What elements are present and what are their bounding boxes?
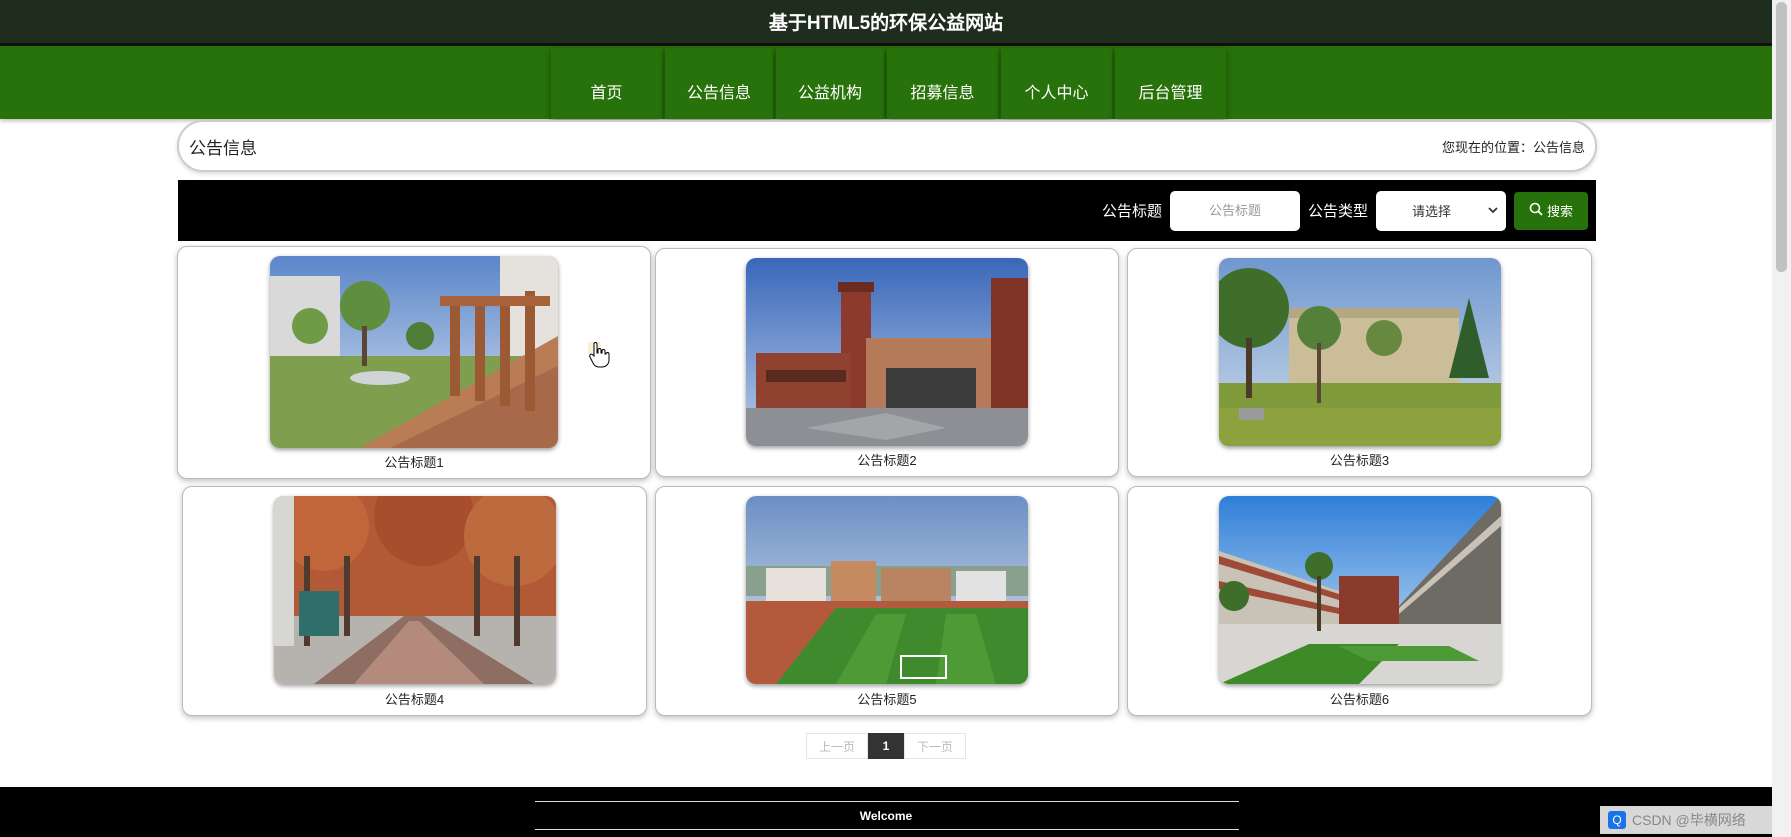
- nav-item-home[interactable]: 首页: [551, 48, 662, 119]
- watermark-text: CSDN @毕横网络: [1632, 812, 1746, 828]
- title-search-input[interactable]: [1169, 190, 1300, 231]
- card-caption: 公告标题4: [384, 692, 445, 707]
- hand-cursor-icon: [583, 336, 610, 373]
- site-header: 基于HTML5的环保公益网站: [0, 0, 1772, 46]
- site-title: 基于HTML5的环保公益网站: [768, 13, 1004, 34]
- page-scrollbar[interactable]: [1772, 0, 1791, 837]
- card-caption: 公告标题1: [384, 455, 444, 470]
- chevron-down-icon: [1488, 203, 1498, 218]
- card-image-courtyard: [1218, 496, 1501, 684]
- card-image-plaza: [270, 256, 558, 448]
- announcement-card[interactable]: 公告标题3: [1127, 248, 1592, 477]
- card-caption: 公告标题5: [857, 692, 917, 707]
- next-page-button[interactable]: 下一页: [904, 733, 966, 759]
- card-caption: 公告标题6: [1329, 692, 1390, 707]
- type-filter-label: 公告类型: [1307, 203, 1368, 220]
- footer-divider: [535, 829, 1239, 830]
- card-image-library: [746, 258, 1028, 446]
- card-caption: 公告标题2: [857, 453, 917, 468]
- nav-item-personal-center[interactable]: 个人中心: [1001, 48, 1112, 119]
- main-nav: 首页 公告信息 公益机构 招募信息 个人中心 后台管理: [0, 46, 1772, 119]
- card-image-autumn-avenue: [273, 496, 556, 684]
- announcement-card[interactable]: 公告标题5: [655, 486, 1119, 716]
- card-image-sports-field: [746, 496, 1028, 684]
- announcement-card[interactable]: 公告标题6: [1127, 486, 1592, 716]
- prev-page-button[interactable]: 上一页: [806, 733, 868, 759]
- title-filter-label: 公告标题: [1101, 203, 1162, 220]
- current-page-button[interactable]: 1: [868, 733, 904, 759]
- nav-item-announcements[interactable]: 公告信息: [665, 48, 773, 119]
- card-caption: 公告标题3: [1329, 453, 1390, 468]
- csdn-watermark: Q CSDN @毕横网络: [1600, 806, 1772, 834]
- type-select[interactable]: 请选择: [1376, 190, 1506, 231]
- footer: Welcome: [0, 787, 1772, 837]
- announcement-card[interactable]: 公告标题4: [182, 486, 647, 716]
- footer-divider: [535, 801, 1239, 802]
- announcement-card[interactable]: 公告标题1: [177, 246, 651, 479]
- app-logo-icon: Q: [1608, 811, 1626, 829]
- search-icon: [1529, 202, 1543, 219]
- search-button-label: 搜索: [1546, 204, 1573, 219]
- pagination: 上一页 1 下一页: [806, 733, 966, 759]
- announcement-card[interactable]: 公告标题2: [655, 248, 1119, 477]
- breadcrumb: 您现在的位置：公告信息: [1441, 139, 1585, 155]
- card-image-campus-lawn: [1218, 258, 1501, 446]
- search-button[interactable]: 搜索: [1514, 191, 1588, 230]
- scrollbar-thumb[interactable]: [1776, 2, 1787, 272]
- nav-item-admin[interactable]: 后台管理: [1115, 48, 1226, 119]
- type-select-value: 请选择: [1412, 204, 1452, 219]
- page-title: 公告信息: [189, 138, 257, 158]
- search-bar: 公告标题 公告类型 请选择 搜索: [178, 180, 1596, 241]
- footer-welcome: Welcome: [859, 809, 913, 823]
- breadcrumb-bar: 公告信息 您现在的位置：公告信息: [177, 120, 1597, 172]
- nav-item-organizations[interactable]: 公益机构: [776, 48, 884, 119]
- nav-item-recruitment[interactable]: 招募信息: [887, 48, 998, 119]
